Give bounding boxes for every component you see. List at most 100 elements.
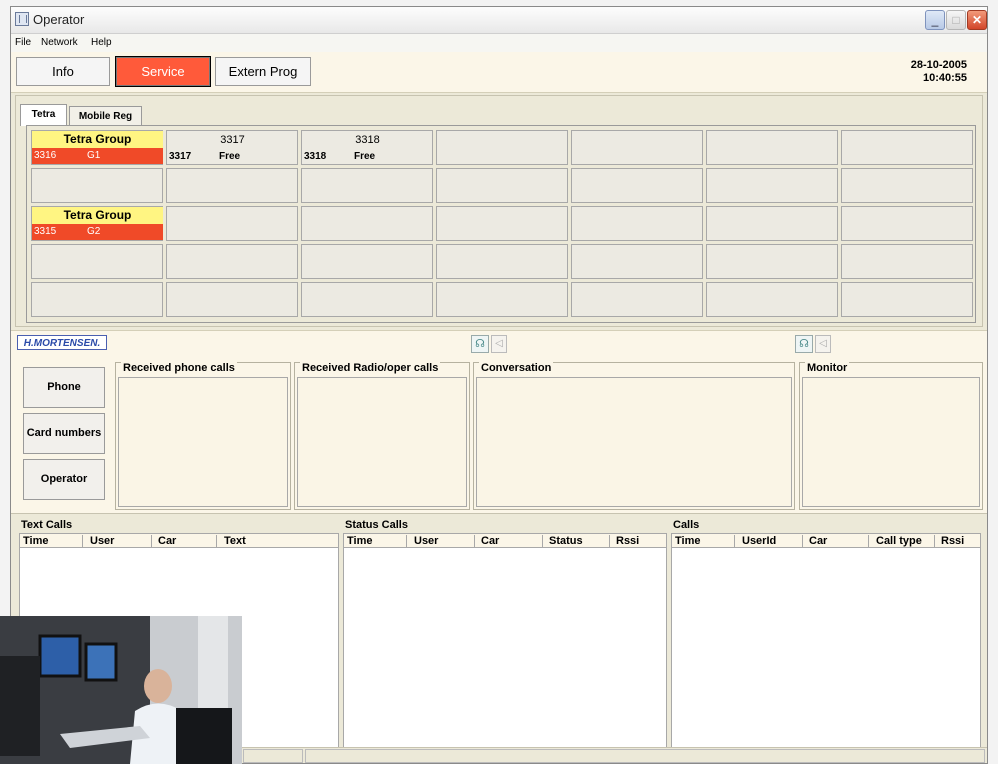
empty-cell[interactable] (31, 282, 163, 317)
empty-cell[interactable] (166, 168, 298, 203)
tab-tetra[interactable]: Tetra (20, 104, 67, 126)
headset-icon[interactable]: ☊ (795, 335, 813, 353)
conversation-label: Conversation (479, 362, 554, 374)
maximize-button[interactable]: □ (946, 10, 966, 30)
card-numbers-button[interactable]: Card numbers (23, 413, 105, 454)
empty-cell[interactable] (841, 282, 973, 317)
group-title: Tetra Group (32, 207, 163, 224)
title-bar[interactable]: Operator _ □ ✕ (11, 7, 987, 34)
empty-cell[interactable] (571, 168, 703, 203)
column-status[interactable]: Status (549, 535, 583, 547)
speaker-icon[interactable]: ◁ (491, 335, 507, 353)
empty-cell[interactable] (841, 130, 973, 165)
minimize-button[interactable]: _ (925, 10, 945, 30)
empty-cell[interactable] (841, 244, 973, 279)
group-name: G1 (87, 150, 101, 161)
extern-prog-button[interactable]: Extern Prog (215, 57, 311, 86)
status-segment (305, 749, 985, 763)
subscriber-status: Free (219, 151, 241, 162)
subscriber-cell[interactable]: 3318 3318 Free (301, 130, 433, 165)
empty-cell[interactable] (706, 282, 838, 317)
column-text[interactable]: Text (224, 535, 246, 547)
group-name: G2 (87, 226, 101, 237)
group-info: 3315 G2 (32, 224, 163, 240)
column-time[interactable]: Time (347, 535, 372, 547)
datetime-display: 28-10-2005 10:40:55 (911, 59, 967, 85)
empty-cell[interactable] (31, 168, 163, 203)
empty-cell[interactable] (436, 282, 568, 317)
column-call-type[interactable]: Call type (876, 535, 922, 547)
empty-cell[interactable] (166, 244, 298, 279)
monitor-label: Monitor (805, 362, 850, 374)
conversation-list[interactable] (476, 377, 792, 507)
group-info: 3316 G1 (32, 148, 163, 164)
menu-network[interactable]: Network (41, 37, 78, 48)
empty-cell[interactable] (31, 244, 163, 279)
empty-cell[interactable] (706, 168, 838, 203)
empty-cell[interactable] (841, 168, 973, 203)
empty-cell[interactable] (436, 206, 568, 241)
phone-button[interactable]: Phone (23, 367, 105, 408)
group-cell[interactable]: Tetra Group 3316 G1 (31, 130, 163, 165)
empty-cell[interactable] (301, 168, 433, 203)
tab-mobile-reg[interactable]: Mobile Reg (69, 106, 142, 126)
calls-section: Phone Card numbers Operator Received pho… (11, 357, 987, 514)
text-calls-header: Time User Car Text (19, 533, 339, 548)
empty-cell[interactable] (706, 206, 838, 241)
headset-icon[interactable]: ☊ (471, 335, 489, 353)
group-cell[interactable]: Tetra Group 3315 G2 (31, 206, 163, 241)
empty-cell[interactable] (436, 130, 568, 165)
empty-cell[interactable] (571, 130, 703, 165)
empty-cell[interactable] (571, 282, 703, 317)
empty-cell[interactable] (706, 244, 838, 279)
subscriber-number: 3317 (220, 134, 245, 146)
menu-help[interactable]: Help (91, 37, 112, 48)
monitor-list[interactable] (802, 377, 980, 507)
subscriber-cell[interactable]: 3317 3317 Free (166, 130, 298, 165)
received-radio-calls-list[interactable] (297, 377, 467, 507)
column-car[interactable]: Car (158, 535, 176, 547)
column-userid[interactable]: UserId (742, 535, 776, 547)
subscriber-line: 3318 Free (304, 151, 375, 162)
app-icon (15, 12, 29, 26)
column-user[interactable]: User (414, 535, 438, 547)
empty-cell[interactable] (301, 244, 433, 279)
empty-cell[interactable] (436, 244, 568, 279)
column-user[interactable]: User (90, 535, 114, 547)
received-radio-calls-panel: Received Radio/oper calls (294, 362, 470, 510)
column-time[interactable]: Time (23, 535, 48, 547)
subscriber-id: 3318 (304, 151, 327, 162)
received-radio-calls-label: Received Radio/oper calls (300, 362, 441, 374)
status-calls-list[interactable] (343, 548, 667, 756)
empty-cell[interactable] (841, 206, 973, 241)
empty-cell[interactable] (571, 206, 703, 241)
received-phone-calls-list[interactable] (118, 377, 288, 507)
empty-cell[interactable] (301, 206, 433, 241)
empty-cell[interactable] (301, 282, 433, 317)
window-title: Operator (33, 12, 85, 27)
empty-cell[interactable] (166, 206, 298, 241)
close-button[interactable]: ✕ (967, 10, 987, 30)
empty-cell[interactable] (571, 244, 703, 279)
column-time[interactable]: Time (675, 535, 700, 547)
menu-bar: File Network Help (11, 34, 987, 53)
calls-header: Time UserId Car Call type Rssi (671, 533, 981, 548)
status-calls-title: Status Calls (345, 519, 408, 531)
tetra-grid: Tetra Group 3316 G1 3317 3317 Free 3318 … (26, 125, 976, 323)
calls-list[interactable] (671, 548, 981, 756)
empty-cell[interactable] (166, 282, 298, 317)
column-rssi[interactable]: Rssi (616, 535, 639, 547)
column-rssi[interactable]: Rssi (941, 535, 964, 547)
operator-button[interactable]: Operator (23, 459, 105, 500)
column-car[interactable]: Car (481, 535, 499, 547)
status-calls-header: Time User Car Status Rssi (343, 533, 667, 548)
speaker-icon[interactable]: ◁ (815, 335, 831, 353)
empty-cell[interactable] (436, 168, 568, 203)
service-button[interactable]: Service (115, 56, 211, 87)
column-car[interactable]: Car (809, 535, 827, 547)
info-button[interactable]: Info (16, 57, 110, 86)
menu-file[interactable]: File (15, 37, 31, 48)
empty-cell[interactable] (706, 130, 838, 165)
subscriber-number: 3318 (355, 134, 380, 146)
received-phone-calls-panel: Received phone calls (115, 362, 291, 510)
